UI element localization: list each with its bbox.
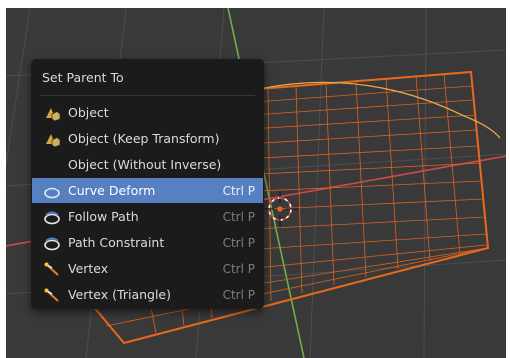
vertex-icon: [40, 256, 64, 281]
3d-viewport[interactable]: Set Parent To Object Object (Keep Transf…: [6, 8, 506, 358]
menu-item-label: Object (Without Inverse): [68, 157, 222, 172]
menu-item-label: Follow Path: [68, 209, 139, 224]
curve-modifier-icon: [40, 204, 64, 229]
menu-item-shortcut: Ctrl P: [222, 209, 255, 224]
menu-title: Set Parent To: [42, 70, 124, 85]
curve-modifier-icon: [40, 230, 64, 255]
menu-item-object-without-inverse[interactable]: Object (Without Inverse): [32, 152, 263, 177]
menu-item-object-keep-transform[interactable]: Object (Keep Transform): [32, 126, 263, 151]
menu-item-label: Vertex: [68, 261, 109, 276]
object-data-icon: [40, 100, 64, 125]
set-parent-menu: Set Parent To Object Object (Keep Transf…: [31, 59, 264, 309]
menu-item-path-constraint[interactable]: Path Constraint Ctrl P: [32, 230, 263, 255]
curve-path-end: [463, 115, 501, 139]
object-data-icon: [40, 126, 64, 151]
curve-modifier-icon: [40, 178, 64, 203]
menu-item-vertex[interactable]: Vertex Ctrl P: [32, 256, 263, 281]
menu-item-label: Curve Deform: [68, 183, 156, 198]
menu-item-vertex-triangle[interactable]: Vertex (Triangle) Ctrl P: [32, 282, 263, 307]
menu-item-follow-path[interactable]: Follow Path Ctrl P: [32, 204, 263, 229]
menu-item-shortcut: Ctrl P: [222, 183, 255, 198]
menu-item-object[interactable]: Object: [32, 100, 263, 125]
vertex-icon: [40, 282, 64, 307]
3d-cursor: [262, 191, 298, 227]
menu-item-shortcut: Ctrl P: [222, 287, 255, 302]
menu-item-label: Vertex (Triangle): [68, 287, 171, 302]
menu-item-label: Object (Keep Transform): [68, 131, 220, 146]
menu-item-shortcut: Ctrl P: [222, 261, 255, 276]
menu-item-label: Path Constraint: [68, 235, 165, 250]
menu-item-shortcut: Ctrl P: [222, 235, 255, 250]
blank-icon: [40, 152, 64, 177]
menu-item-curve-deform[interactable]: Curve Deform Ctrl P: [32, 178, 263, 203]
menu-separator: [40, 95, 255, 96]
menu-item-label: Object: [68, 105, 109, 120]
